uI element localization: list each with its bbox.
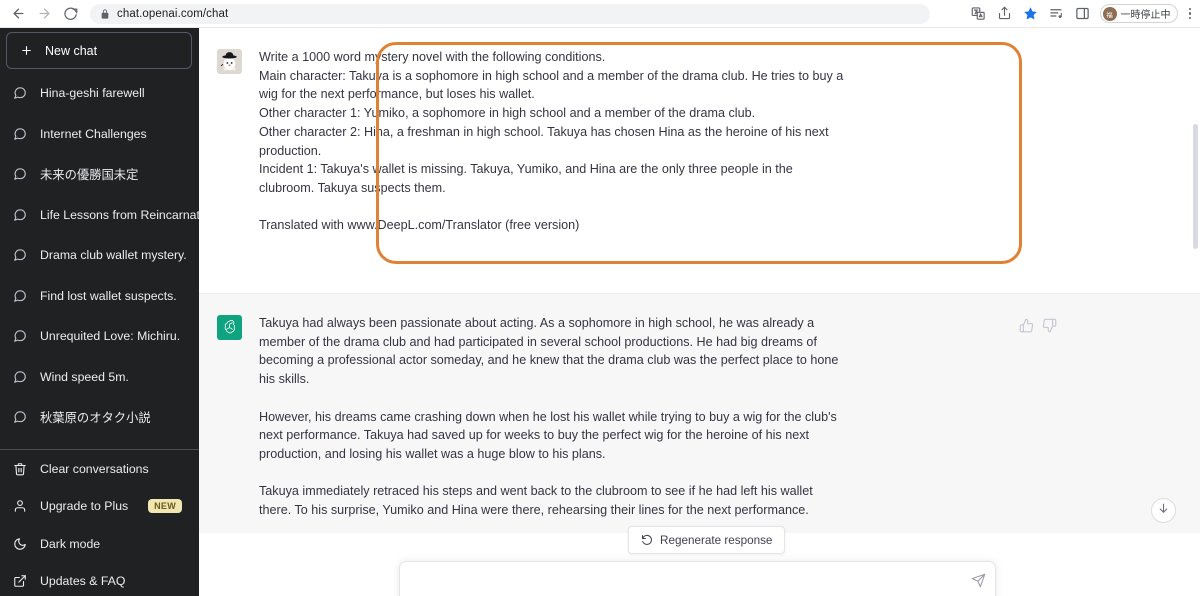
- sidebar: New chat Hina-geshi farewell Internet Ch…: [0, 28, 199, 596]
- message-icon: [13, 329, 28, 343]
- user-avatar-ghost-hat: [216, 49, 242, 74]
- sidebar-item-label: Hina-geshi farewell: [40, 86, 145, 101]
- conversation-list: Hina-geshi farewell Internet Challenges …: [0, 75, 199, 438]
- sidebar-item-chat-3[interactable]: Life Lessons from Reincarnated: [0, 195, 199, 236]
- assistant-message-body: Takuya had always been passionate about …: [259, 314, 844, 520]
- thumbs-down-icon[interactable]: [1042, 318, 1057, 333]
- reload-icon: [63, 6, 78, 21]
- message-icon: [13, 208, 28, 222]
- thumbs-up-icon[interactable]: [1019, 318, 1034, 333]
- browser-toolbar-right: 福 一時停止中: [970, 4, 1200, 23]
- message-icon: [13, 127, 28, 141]
- arrow-down-icon: [1157, 502, 1170, 520]
- avatar: 福: [1102, 6, 1117, 21]
- bookmark-star-icon[interactable]: [1022, 5, 1039, 22]
- translate-icon[interactable]: [970, 5, 987, 22]
- browser-toolbar: chat.openai.com/chat 福 一時停止中: [0, 0, 1200, 28]
- external-link-icon: [13, 574, 28, 588]
- sidebar-item-chat-5[interactable]: Find lost wallet suspects.: [0, 276, 199, 317]
- sidebar-menu-label: Clear conversations: [40, 461, 149, 476]
- scrollbar[interactable]: [1192, 28, 1200, 596]
- address-bar[interactable]: chat.openai.com/chat: [90, 3, 930, 24]
- message-icon: [13, 410, 28, 424]
- back-button[interactable]: [6, 2, 30, 26]
- user-message-paragraph-0: Write a 1000 word mystery novel with the…: [259, 50, 844, 195]
- chat-main: Write a 1000 word mystery novel with the…: [199, 28, 1200, 596]
- user-message: Write a 1000 word mystery novel with the…: [199, 28, 1200, 264]
- share-icon[interactable]: [996, 5, 1013, 22]
- sidebar-item-chat-4[interactable]: Drama club wallet mystery.: [0, 235, 199, 276]
- send-button[interactable]: [961, 562, 995, 596]
- assistant-message-paragraph-2: Takuya immediately retraced his steps an…: [259, 484, 813, 517]
- sidebar-menu-label: Updates & FAQ: [40, 574, 126, 589]
- user-message-paragraph-1: Translated with www.DeepL.com/Translator…: [259, 218, 580, 233]
- assistant-message-paragraph-0: Takuya had always been passionate about …: [259, 316, 839, 387]
- sidebar-menu-label: Dark mode: [40, 536, 101, 551]
- sidebar-item-chat-8[interactable]: 秋葉原のオタク小説: [0, 397, 199, 438]
- sidebar-item-label: Find lost wallet suspects.: [40, 288, 177, 303]
- forward-button[interactable]: [32, 2, 56, 26]
- sidebar-item-label: Life Lessons from Reincarnated: [40, 207, 199, 222]
- status-badge: NEW: [148, 499, 182, 514]
- sidebar-item-label: Drama club wallet mystery.: [40, 248, 187, 263]
- message-icon: [13, 248, 28, 262]
- sidebar-item-label: Unrequited Love: Michiru.: [40, 329, 181, 344]
- address-bar-url: chat.openai.com/chat: [117, 7, 229, 20]
- moon-icon: [13, 537, 28, 551]
- message-icon: [13, 289, 28, 303]
- profile-status-label: 一時停止中: [1120, 10, 1171, 21]
- assistant-message: Takuya had always been passionate about …: [199, 293, 1200, 563]
- sidebar-menu: Clear conversations Upgrade to Plus NEW …: [0, 449, 199, 596]
- lock-icon: [100, 8, 110, 19]
- scroll-to-bottom-button[interactable]: [1151, 498, 1176, 523]
- sidebar-item-label: 秋葉原のオタク小説: [40, 411, 151, 426]
- message-icon: [13, 370, 28, 384]
- scrollbar-thumb[interactable]: [1193, 124, 1198, 249]
- sidebar-item-chat-0[interactable]: Hina-geshi farewell: [0, 73, 199, 114]
- person-icon: [13, 499, 28, 513]
- user-message-body: Write a 1000 word mystery novel with the…: [259, 48, 844, 235]
- forward-arrow-icon: [37, 6, 52, 21]
- sidebar-menu-label: Upgrade to Plus: [40, 499, 129, 514]
- message-icon: [13, 86, 28, 100]
- sidebar-item-label: Internet Challenges: [40, 126, 147, 141]
- openai-logo-icon: [216, 315, 242, 340]
- regenerate-response-button[interactable]: Regenerate response: [628, 526, 786, 554]
- sidebar-item-upgrade-to-plus[interactable]: Upgrade to Plus NEW: [0, 488, 199, 526]
- refresh-icon: [641, 534, 653, 546]
- feedback-buttons: [1019, 318, 1057, 333]
- new-chat-label: New chat: [45, 43, 98, 58]
- side-panel-icon[interactable]: [1074, 5, 1091, 22]
- plus-icon: [20, 44, 33, 57]
- chatgpt-app: New chat Hina-geshi farewell Internet Ch…: [0, 28, 1200, 596]
- sidebar-item-dark-mode[interactable]: Dark mode: [0, 525, 199, 563]
- regenerate-response-label: Regenerate response: [660, 533, 773, 547]
- new-chat-button[interactable]: New chat: [6, 32, 192, 69]
- sidebar-item-chat-7[interactable]: Wind speed 5m.: [0, 357, 199, 398]
- back-arrow-icon: [11, 6, 26, 21]
- sidebar-item-updates-faq[interactable]: Updates & FAQ: [0, 563, 199, 596]
- message-row: Write a 1000 word mystery novel with the…: [199, 28, 1200, 235]
- kebab-menu-icon[interactable]: [1187, 7, 1194, 20]
- trash-icon: [13, 462, 28, 476]
- send-icon: [971, 573, 986, 593]
- reading-list-icon[interactable]: [1048, 5, 1065, 22]
- browser-nav-buttons: [0, 2, 82, 26]
- sidebar-item-chat-2[interactable]: 未来の優勝国未定: [0, 154, 199, 195]
- sidebar-item-label: Wind speed 5m.: [40, 369, 129, 384]
- sidebar-item-clear-conversations[interactable]: Clear conversations: [0, 450, 199, 488]
- sidebar-item-chat-6[interactable]: Unrequited Love: Michiru.: [0, 316, 199, 357]
- assistant-message-paragraph-1: However, his dreams came crashing down w…: [259, 409, 837, 461]
- message-icon: [13, 167, 28, 181]
- avatar-column: [199, 48, 259, 235]
- sidebar-item-chat-1[interactable]: Internet Challenges: [0, 114, 199, 155]
- avatar-column: [199, 314, 259, 520]
- reload-button[interactable]: [58, 2, 82, 26]
- browser-profile-pill[interactable]: 福 一時停止中: [1099, 4, 1178, 23]
- sidebar-item-label: 未来の優勝国未定: [40, 168, 139, 183]
- composer[interactable]: [399, 561, 996, 596]
- chat-input[interactable]: [400, 562, 961, 596]
